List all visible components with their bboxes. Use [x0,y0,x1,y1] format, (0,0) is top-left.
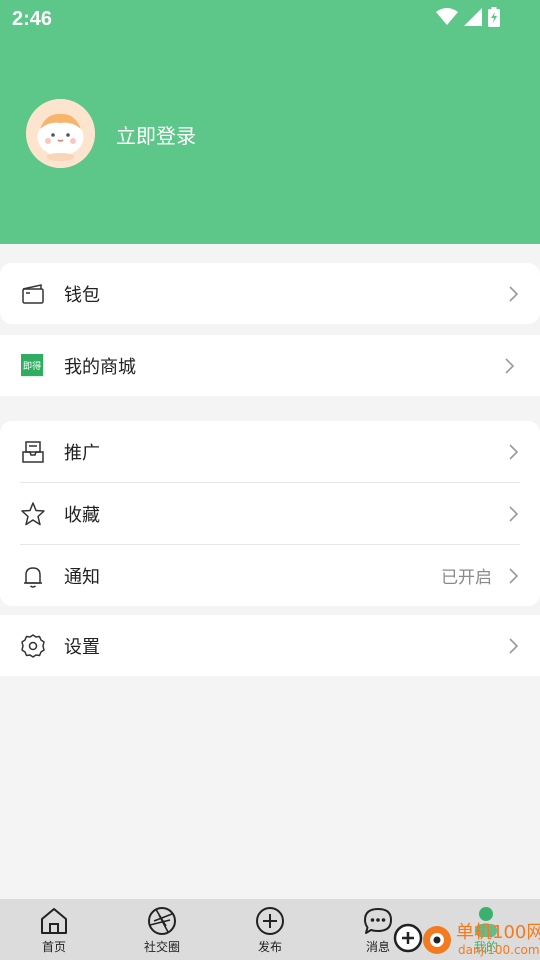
menu-item-promotion[interactable]: 推广 [0,421,540,482]
chevron-right-icon [509,567,519,584]
tab-social[interactable]: 社交圈 [108,899,216,960]
menu-item-label: 通知 [64,566,100,587]
plus-circle-icon [256,907,284,935]
login-link[interactable]: 立即登录 [116,120,196,149]
chat-bubble-icon [364,908,392,934]
menu-card-wallet: 钱包 [0,263,540,324]
menu-item-label: 设置 [64,636,100,657]
star-icon [21,501,45,525]
status-bar: 2:46 [0,0,540,36]
menu-item-label: 推广 [64,442,100,463]
home-icon [41,908,67,934]
menu-item-wallet[interactable]: 钱包 [0,263,540,324]
tab-label: 社交圈 [143,940,180,954]
tab-home[interactable]: 首页 [0,899,108,960]
menu-item-label: 收藏 [64,504,100,525]
gear-icon [21,633,45,658]
chevron-right-icon [509,505,519,522]
aperture-icon [148,907,176,935]
mall-badge-text: 即得 [23,359,41,371]
menu-card-mall: 即得 我的商城 [0,335,540,396]
watermark-text: 单机100网 [456,922,540,943]
watermark-logo-icon: 单机100网 danji100.com [393,922,540,957]
bell-icon [24,566,42,588]
tab-label: 消息 [365,940,390,954]
menu-item-label: 我的商城 [64,356,136,377]
tab-label: 发布 [257,940,282,954]
menu-item-notifications[interactable]: 通知 已开启 [0,545,540,606]
menu-item-settings[interactable]: 设置 [0,615,540,676]
wallet-icon [22,283,44,304]
battery-icon [488,7,500,27]
chevron-right-icon [509,285,519,302]
chevron-right-icon [509,443,519,460]
tab-label: 首页 [41,940,66,954]
watermark-logo: 单机100网 danji100.com [392,912,540,960]
tab-publish[interactable]: 发布 [216,899,324,960]
notification-status: 已开启 [441,568,492,587]
profile-header: 2:46 立即登录 [0,0,540,244]
menu-item-mall[interactable]: 即得 我的商城 [0,335,540,396]
menu-item-favorites[interactable]: 收藏 [0,483,540,544]
menu-item-label: 钱包 [64,284,100,305]
avatar-cartoon-icon [26,99,95,168]
chevron-right-icon [505,357,515,374]
watermark-url: danji100.com [458,943,540,957]
mall-badge-icon: 即得 [21,353,44,376]
chevron-right-icon [509,637,519,654]
menu-card-main: 推广 收藏 通知 已开启 [0,421,540,606]
avatar[interactable] [26,99,95,168]
status-icons [436,7,500,27]
status-time: 2:46 [12,8,53,30]
menu-card-settings: 设置 [0,615,540,676]
promotion-tray-icon [22,440,44,463]
signal-icon [464,8,482,26]
wifi-icon [436,8,458,25]
